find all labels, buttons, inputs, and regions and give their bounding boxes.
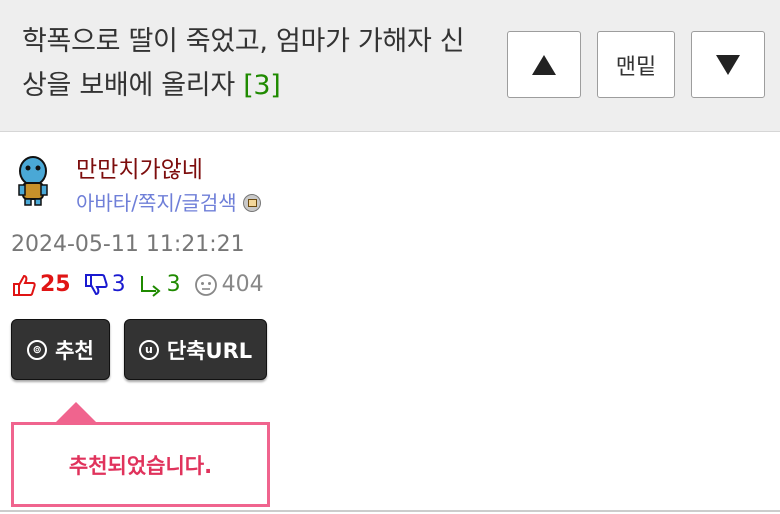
eye-face-icon <box>194 273 217 296</box>
go-bottom-button[interactable]: 맨밑 <box>597 31 675 98</box>
recommend-button[interactable]: ⊚ 추천 <box>11 319 110 380</box>
comment-count[interactable]: [3] <box>243 70 281 101</box>
thumbs-down-icon <box>84 273 108 295</box>
scroll-up-button[interactable] <box>507 31 581 98</box>
reply-arrow-icon <box>140 275 161 297</box>
divider <box>0 510 780 512</box>
view-count: 404 <box>193 272 264 297</box>
author-links[interactable]: 아바타/쪽지/글검색 <box>76 187 261 216</box>
dislike-count: 3 <box>83 272 126 297</box>
url-icon: u <box>138 339 159 360</box>
post-stats: 25 3 3 404 <box>11 272 276 297</box>
user-avatar[interactable] <box>14 153 52 207</box>
post-date: 2024-05-11 11:21:21 <box>11 232 245 257</box>
message-icon <box>242 193 261 212</box>
reply-count: 3 <box>138 272 181 297</box>
recommend-toast: 추천되었습니다. <box>11 422 270 507</box>
like-count: 25 <box>11 272 71 297</box>
recommend-icon: ⊚ <box>27 339 48 360</box>
triangle-up-icon <box>532 54 556 75</box>
author-nickname[interactable]: 만만치가않네 <box>76 150 203 184</box>
post-header: 학폭으로 딸이 죽었고, 엄마가 가해자 신상을 보배에 올리자 [3] 맨밑 <box>0 0 780 132</box>
short-url-button[interactable]: u 단축URL <box>124 319 267 380</box>
scroll-down-button[interactable] <box>691 31 765 98</box>
triangle-down-icon <box>716 54 740 75</box>
post-title: 학폭으로 딸이 죽었고, 엄마가 가해자 신상을 보배에 올리자 [3] <box>22 26 465 101</box>
thumbs-up-icon <box>13 274 36 296</box>
toast-arrow <box>56 402 96 422</box>
